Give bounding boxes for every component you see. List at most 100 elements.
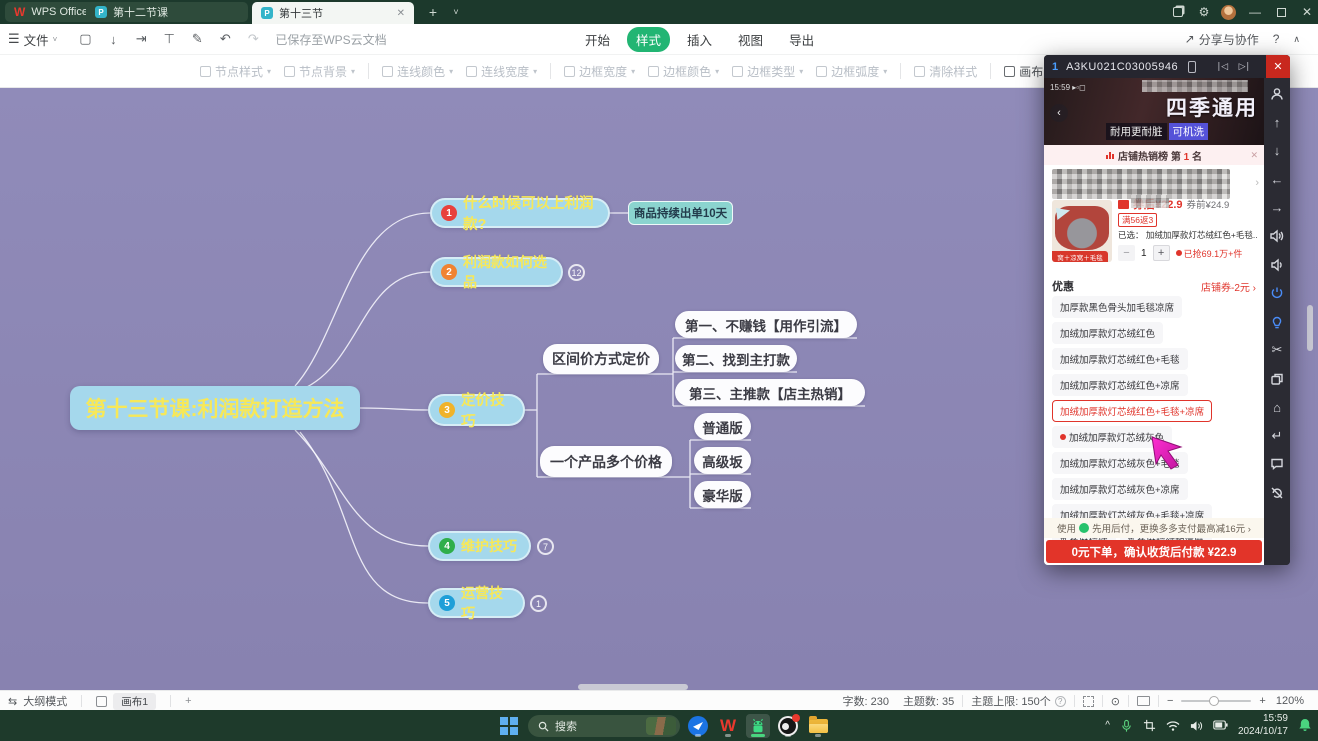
share-collab-button[interactable]: ↗分享与协作 (1185, 31, 1259, 48)
volume-icon[interactable] (1190, 720, 1203, 732)
taskbar-search[interactable]: 搜索 (528, 715, 680, 737)
notification-bell-icon[interactable] (1298, 718, 1312, 733)
border-width-button[interactable]: 边框宽度▾ (564, 63, 635, 80)
sku-option[interactable]: 加绒加厚款灯芯绒红色+凉席 (1052, 374, 1188, 396)
tray-expand-icon[interactable]: ^ (1105, 720, 1110, 731)
leaf-node-version-deluxe[interactable]: 豪华版 (694, 481, 751, 508)
branch-node-1[interactable]: 1 什么时候可以上利润款? (430, 198, 610, 228)
edit-pen-icon[interactable]: ✎ (185, 31, 209, 47)
sku-option-selected[interactable]: 加绒加厚款灯芯绒红色+毛毯+凉席 (1052, 400, 1212, 422)
back-button[interactable]: ‹ (1050, 104, 1068, 122)
power-icon[interactable] (1270, 286, 1285, 301)
qty-minus-button[interactable]: − (1118, 245, 1135, 261)
collapsed-count-badge[interactable]: 12 (568, 264, 585, 281)
menu-export[interactable]: 导出 (780, 27, 823, 52)
file-menu[interactable]: 文件 (24, 30, 49, 49)
branch-node-4[interactable]: 4 维护技巧 (428, 531, 531, 561)
swipe-down-icon[interactable]: ↓ (1270, 143, 1285, 158)
canvas-package-icon[interactable] (96, 696, 107, 707)
zoom-in-button[interactable]: + (1259, 695, 1265, 707)
tab-list-chevron-icon[interactable]: ˅ (443, 0, 469, 24)
branch-node-3[interactable]: 3 定价技巧 (428, 394, 525, 426)
avatar-group-icon[interactable] (1270, 86, 1285, 101)
canvas-tab[interactable]: 画布1 (113, 693, 156, 710)
prev-device-icon[interactable]: ∣◁ (1217, 61, 1228, 72)
leaf-node-pricing-3[interactable]: 第三、主推款【店主热销】 (675, 379, 865, 406)
collapsed-count-badge[interactable]: 1 (530, 595, 547, 612)
phone-mirror-window[interactable]: 1 A3KU021C03005946 ∣◁ ▷∣ ✕ 15:59 ▸▫◻ 四季通… (1044, 55, 1290, 565)
node-background-button[interactable]: 节点背景▾ (284, 63, 355, 80)
taskbar-app-wps[interactable]: W (716, 714, 740, 738)
menu-insert[interactable]: 插入 (678, 27, 721, 52)
taskbar-app-explorer[interactable] (806, 714, 830, 738)
microphone-icon[interactable] (1120, 719, 1133, 733)
rank-close-icon[interactable]: ✕ (1250, 150, 1258, 161)
doc-tab-2-active[interactable]: P 第十三节 ✕ (252, 2, 414, 24)
swipe-left-icon[interactable]: ← (1270, 172, 1285, 187)
back-return-icon[interactable]: ↵ (1270, 428, 1285, 443)
child-node-order-days[interactable]: 商品持续出单10天 (628, 201, 733, 225)
line-width-button[interactable]: 连线宽度▾ (466, 63, 537, 80)
line-color-button[interactable]: 连线颜色▾ (382, 63, 453, 80)
zoom-slider-knob[interactable] (1209, 696, 1219, 706)
snip-tool-icon[interactable] (1143, 719, 1156, 732)
branch-node-5[interactable]: 5 运营技巧 (428, 588, 525, 618)
root-node[interactable]: 第十三节课:利润款打造方法 (70, 386, 360, 430)
vertical-scrollbar[interactable] (1307, 305, 1313, 351)
volume-down-icon[interactable] (1270, 257, 1285, 272)
tray-clock[interactable]: 15:592024/10/17 (1238, 713, 1288, 738)
collapsed-count-badge[interactable]: 7 (537, 538, 554, 555)
help-circle-icon[interactable]: ? (1055, 696, 1066, 707)
window-switch-icon[interactable] (1165, 0, 1191, 24)
select-tool-icon[interactable] (1083, 696, 1094, 707)
border-radius-button[interactable]: 边框弧度▾ (816, 63, 887, 80)
doc-tab-1[interactable]: P 第十二节课 (86, 2, 248, 22)
zoom-slider[interactable] (1181, 700, 1251, 702)
start-button[interactable] (497, 714, 521, 738)
wifi-icon[interactable] (1166, 720, 1180, 732)
home-icon[interactable]: ⌂ (1270, 400, 1285, 415)
sku-option[interactable]: 加绒加厚款灯芯绒灰色+凉席 (1052, 478, 1188, 500)
phone-screen[interactable]: 15:59 ▸▫◻ 四季通用 耐用更耐脏 可机洗 ‹ 店铺热销榜 第 1 名 ✕ (1044, 78, 1264, 565)
screen-light-icon[interactable] (1270, 314, 1285, 329)
close-tab-icon[interactable]: ✕ (397, 8, 405, 19)
menu-start[interactable]: 开始 (576, 27, 619, 52)
menu-view[interactable]: 视图 (729, 27, 772, 52)
zoom-out-button[interactable]: − (1167, 695, 1173, 707)
border-color-button[interactable]: 边框颜色▾ (648, 63, 719, 80)
buy-button[interactable]: 0元下单，确认收货后付款 ¥22.9 (1046, 540, 1262, 563)
volume-up-icon[interactable] (1270, 229, 1285, 244)
phone-window-titlebar[interactable]: 1 A3KU021C03005946 ∣◁ ▷∣ ✕ (1044, 55, 1290, 78)
message-icon[interactable] (1270, 457, 1285, 472)
collapse-ribbon-icon[interactable]: ∧ (1293, 34, 1300, 45)
minimize-button[interactable]: — (1242, 0, 1268, 24)
pay-later-banner[interactable]: 使用 先用后付，更换多多支付最高减16元 › (1044, 518, 1264, 538)
maximize-button[interactable] (1268, 0, 1294, 24)
export-icon[interactable]: ⇥ (129, 31, 153, 47)
multi-window-icon[interactable] (1270, 371, 1285, 386)
sub-node-range-pricing[interactable]: 区间价方式定价 (543, 344, 659, 374)
undo-icon[interactable]: ↶ (213, 31, 237, 47)
outline-mode-button[interactable]: 大纲模式 (23, 693, 67, 709)
minimap-icon[interactable] (1137, 696, 1150, 706)
redo-icon[interactable]: ↷ (241, 31, 265, 47)
taskbar-app-android-mirror-active[interactable] (746, 714, 770, 738)
screenshot-scissors-icon[interactable]: ✂ (1270, 343, 1285, 358)
sku-option[interactable]: 加绒加厚款灯芯绒红色 (1052, 322, 1163, 344)
leaf-node-pricing-1[interactable]: 第一、不赚钱【用作引流】 (675, 311, 857, 338)
shop-coupon-link[interactable]: 店铺券-2元 › (1201, 279, 1256, 294)
leaf-node-pricing-2[interactable]: 第二、找到主打款 (675, 345, 797, 372)
leaf-node-version-basic[interactable]: 普通版 (694, 413, 751, 440)
node-style-button[interactable]: 节点样式▾ (200, 63, 271, 80)
border-type-button[interactable]: 边框类型▾ (732, 63, 803, 80)
new-window-icon[interactable]: ▢ (73, 31, 97, 47)
add-canvas-button[interactable]: + (185, 695, 191, 707)
menu-style-active[interactable]: 样式 (627, 27, 670, 52)
taskbar-app-blue[interactable] (686, 714, 710, 738)
account-avatar[interactable] (1215, 0, 1241, 24)
leaf-node-version-advanced[interactable]: 高级坂 (694, 447, 751, 474)
next-device-icon[interactable]: ▷∣ (1239, 61, 1250, 72)
format-painter-icon[interactable]: ⊤ (157, 31, 181, 47)
wps-home-button[interactable]: W WPS Office (5, 2, 97, 22)
settings-gear-icon[interactable]: ⚙ (1191, 0, 1217, 24)
